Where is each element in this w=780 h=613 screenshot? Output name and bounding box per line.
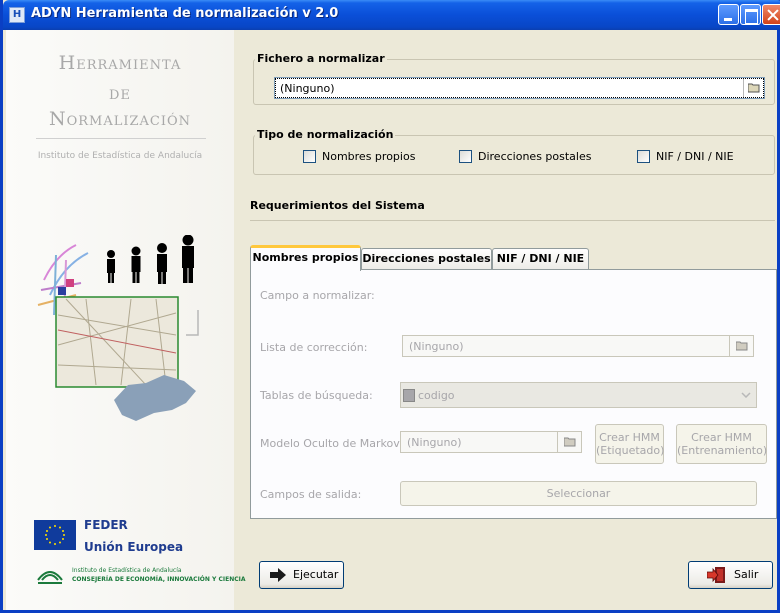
create-hmm-tagged-button[interactable]: Crear HMM (Etiquetado) xyxy=(595,424,664,464)
eu-label: Unión Europea xyxy=(84,540,184,554)
exit-button[interactable]: Salir xyxy=(688,561,773,589)
arrow-right-icon xyxy=(270,568,286,582)
checkbox-direcciones-postales[interactable]: Direcciones postales xyxy=(459,150,591,163)
brand-title-line2: de xyxy=(109,82,131,104)
lookup-tables-label: Tablas de búsqueda: xyxy=(260,389,373,402)
file-input-value: (Ninguno) xyxy=(280,82,335,95)
requirements-title: Requerimientos del Sistema xyxy=(250,199,425,212)
checkbox-box[interactable] xyxy=(637,150,650,163)
create-hmm-tagged-line2: (Etiquetado) xyxy=(596,444,665,457)
file-input[interactable]: (Ninguno) xyxy=(274,77,765,99)
select-output-fields-label: Seleccionar xyxy=(546,487,611,500)
markov-model-input[interactable]: (Ninguno) xyxy=(400,431,582,453)
ieca-label: Instituto de Estadística de Andalucía xyxy=(72,567,182,574)
brand-divider xyxy=(36,138,206,139)
branding-panel: Herramienta de Normalización Instituto d… xyxy=(6,30,246,610)
correction-list-value: (Ninguno) xyxy=(409,340,464,353)
checkbox-label: Nombres propios xyxy=(322,150,416,163)
tab-nombres-propios[interactable]: Nombres propios xyxy=(250,245,361,271)
create-hmm-training-line1: Crear HMM xyxy=(691,431,752,444)
chevron-down-icon[interactable] xyxy=(736,383,756,407)
exit-label: Salir xyxy=(734,568,759,581)
run-button[interactable]: Ejecutar xyxy=(259,561,344,589)
brand-title-line1: Herramienta xyxy=(58,52,182,74)
junta-andalucia-logo-icon xyxy=(37,571,63,584)
correction-list-input[interactable]: (Ninguno) xyxy=(402,335,754,357)
eu-flag-icon xyxy=(34,520,76,550)
checkbox-box[interactable] xyxy=(303,150,316,163)
run-label: Ejecutar xyxy=(293,568,339,581)
folder-icon xyxy=(736,341,748,351)
create-hmm-tagged-line1: Crear HMM xyxy=(599,431,660,444)
create-hmm-training-line2: (Entrenamiento) xyxy=(677,444,768,457)
folder-icon xyxy=(564,437,576,447)
checkbox-label: NIF / DNI / NIE xyxy=(656,150,734,163)
browse-markov-button[interactable] xyxy=(557,432,581,452)
browse-file-button[interactable] xyxy=(743,79,763,97)
tab-direcciones-postales[interactable]: Direcciones postales xyxy=(361,248,492,270)
people-map-illustration xyxy=(37,235,199,421)
app-icon: H xyxy=(9,7,25,23)
maximize-button[interactable] xyxy=(740,4,761,25)
correction-list-label: Lista de corrección: xyxy=(260,341,368,354)
lookup-tables-select[interactable]: codigo xyxy=(400,382,757,408)
field-to-normalize-label: Campo a normalizar: xyxy=(260,289,375,302)
requirements-divider xyxy=(250,220,775,221)
brand-title-line3: Normalización xyxy=(48,108,192,130)
exit-door-icon xyxy=(707,567,725,583)
folder-icon xyxy=(748,83,760,93)
window-title: ADYN Herramienta de normalización v 2.0 xyxy=(31,6,339,21)
browse-correction-button[interactable] xyxy=(729,336,753,356)
checkbox-nombres-propios[interactable]: Nombres propios xyxy=(303,150,415,163)
lookup-tables-value: codigo xyxy=(418,389,455,402)
checkbox-nif-dni-nie[interactable]: NIF / DNI / NIE xyxy=(637,150,734,163)
select-output-fields-button[interactable]: Seleccionar xyxy=(400,481,757,506)
title-bar[interactable]: H ADYN Herramienta de normalización v 2.… xyxy=(3,0,780,30)
consejeria-label: CONSEJERÍA DE ECONOMÍA, INNOVACIÓN Y CIE… xyxy=(72,576,246,583)
markov-model-value: (Ninguno) xyxy=(407,436,462,449)
app-window: H ADYN Herramienta de normalización v 2.… xyxy=(0,0,780,613)
create-hmm-training-button[interactable]: Crear HMM (Entrenamiento) xyxy=(676,424,767,464)
minimize-button[interactable] xyxy=(718,4,739,25)
checkbox-label: Direcciones postales xyxy=(478,150,592,163)
table-icon xyxy=(403,389,415,402)
checkbox-box[interactable] xyxy=(459,150,472,163)
feder-label: FEDER xyxy=(84,518,128,532)
tab-nif-dni-nie[interactable]: NIF / DNI / NIE xyxy=(492,248,589,270)
markov-model-label: Modelo Oculto de Markov: xyxy=(260,437,403,450)
output-fields-label: Campos de salida: xyxy=(260,488,362,501)
normalization-type-title: Tipo de normalización xyxy=(255,128,396,141)
file-group-title: Fichero a normalizar xyxy=(255,52,387,65)
close-button[interactable] xyxy=(762,4,780,25)
brand-subtitle: Instituto de Estadística de Andalucía xyxy=(37,151,203,161)
